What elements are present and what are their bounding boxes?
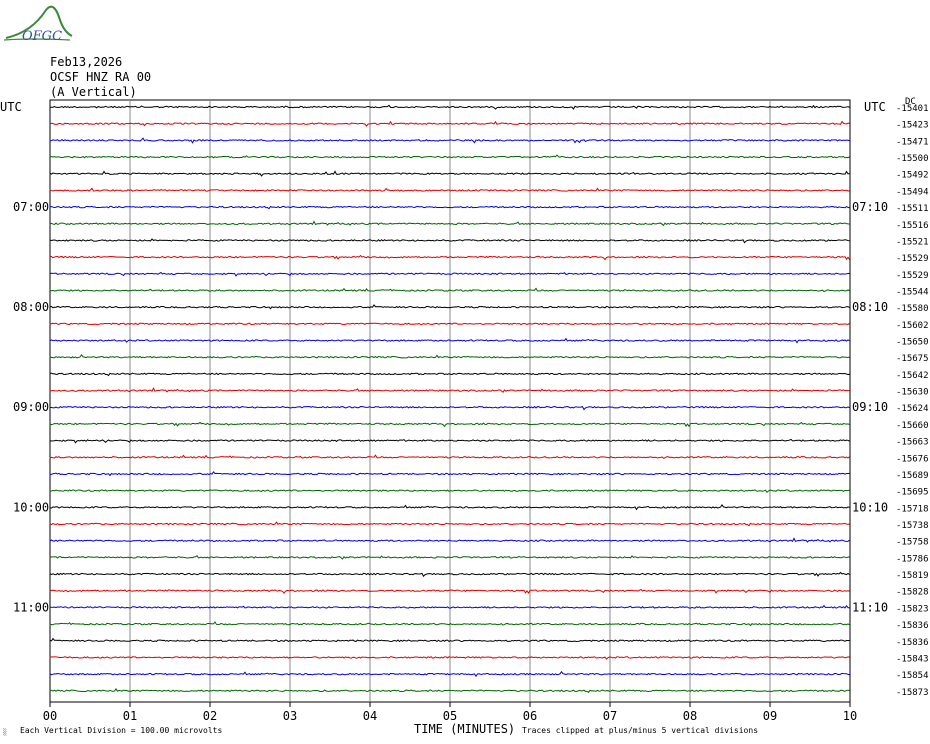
left-hour-label: 09:00 [13,400,49,414]
dc-offset-label: -15650 [896,338,929,348]
dc-offset-label: -15544 [896,287,929,297]
footer-scale-note: Each Vertical Division = 100.00 microvol… [20,726,222,735]
dc-offset-label: -15836 [896,621,929,631]
x-tick-label: 07 [603,709,617,723]
x-axis-title: TIME (MINUTES) [414,722,515,736]
x-tick-label: 04 [363,709,377,723]
dc-unit-label: DC [905,97,916,107]
x-tick-label: 03 [283,709,297,723]
dc-offset-label: -15529 [896,271,929,281]
dc-offset-label: -15854 [896,671,929,681]
dc-offset-label: -15695 [896,488,929,498]
dc-offset-label: -15843 [896,654,929,664]
right-utc-label: UTC [864,100,886,114]
dc-offset-label: -15786 [896,554,929,564]
dc-offset-label: -15819 [896,571,929,581]
dc-offset-label: -15828 [896,588,929,598]
dc-offset-label: -15630 [896,388,929,398]
dc-offset-label: -15758 [896,538,929,548]
dc-offset-label: -15580 [896,304,929,314]
left-hour-label: 10:00 [13,500,49,514]
dc-offset-label: -15642 [896,371,929,381]
left-utc-label: UTC [0,100,22,114]
x-tick-label: 00 [43,709,57,723]
dc-offset-label: -15529 [896,254,929,264]
x-tick-label: 01 [123,709,137,723]
left-hour-label: 11:00 [13,600,49,614]
x-tick-label: 08 [683,709,697,723]
x-tick-label: 10 [843,709,857,723]
helicorder-plot: 00 01 02 03 04 05 06 07 08 09 10-15401-15423-15471… [0,97,929,736]
dc-offset-label: -15471 [896,137,929,147]
dc-offset-label: -15494 [896,187,929,197]
dc-offset-label: -15823 [896,604,929,614]
dc-offset-label: -15836 [896,638,929,648]
dc-offset-label: -15500 [896,154,929,164]
dc-offset-label: -15873 [896,688,929,698]
x-tick-label: 09 [763,709,777,723]
x-tick-label: 06 [523,709,537,723]
dc-offset-label: -15511 [896,204,929,214]
right-hour-label: 11:10 [852,600,888,614]
x-tick-label: 05 [443,709,457,723]
footer-glyph: ░ [3,728,7,736]
dc-offset-label: -15676 [896,454,929,464]
dc-offset-label: -15675 [896,354,929,364]
footer-clip-note: Traces clipped at plus/minus 5 vertical … [522,726,758,735]
dc-offset-label: -15689 [896,471,929,481]
left-hour-label: 07:00 [13,200,49,214]
dc-offset-label: -15423 [896,121,929,131]
dc-offset-label: -15516 [896,221,929,231]
x-tick-label: 02 [203,709,217,723]
dc-offset-label: -15660 [896,421,929,431]
dc-offset-label: -15602 [896,321,929,331]
right-hour-label: 08:10 [852,300,888,314]
dc-offset-label: -15718 [896,504,929,514]
dc-offset-label: -15492 [896,171,929,181]
left-hour-label: 08:00 [13,300,49,314]
right-hour-label: 07:10 [852,200,888,214]
dc-offset-label: -15624 [896,404,929,414]
right-hour-label: 10:10 [852,500,888,514]
right-hour-label: 09:10 [852,400,888,414]
dc-offset-label: -15663 [896,438,929,448]
dc-offset-label: -15738 [896,521,929,531]
dc-offset-label: -15521 [896,237,929,247]
